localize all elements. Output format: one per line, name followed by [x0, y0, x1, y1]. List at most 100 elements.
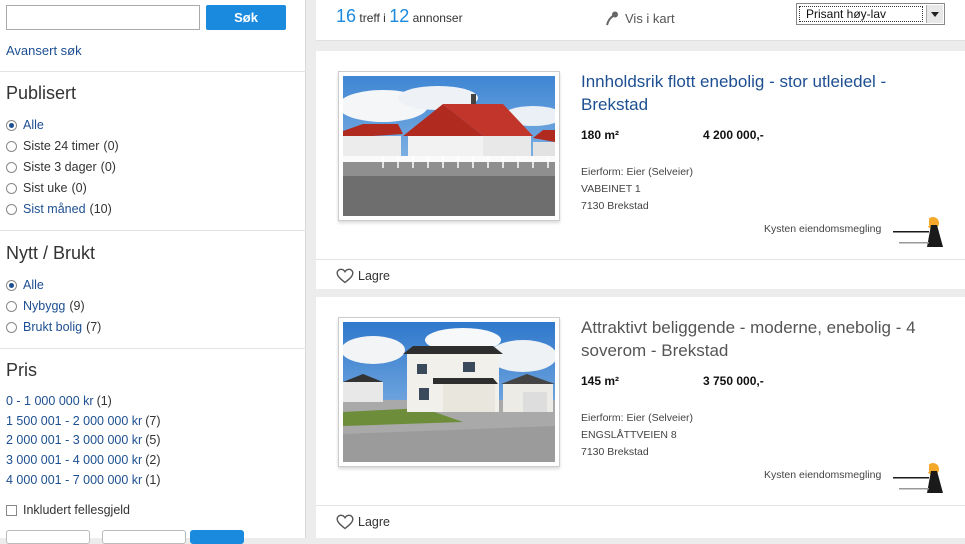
ads-text: annonser	[412, 11, 463, 25]
option-count: (9)	[69, 299, 85, 313]
house-photo-image	[343, 76, 555, 216]
ads-number: 12	[389, 6, 410, 26]
listing-photo[interactable]	[338, 317, 560, 467]
broker-logo[interactable]	[893, 459, 945, 493]
advanced-search-link[interactable]: Avansert søk	[6, 43, 82, 58]
option-label[interactable]: Brukt bolig	[23, 320, 82, 334]
hits-text: treff i	[359, 11, 386, 25]
price-range-link[interactable]: 0 - 1 000 000 kr	[6, 394, 94, 408]
radio-icon[interactable]	[6, 161, 17, 173]
search-button[interactable]: Søk	[206, 5, 286, 30]
price-range-count: (5)	[145, 433, 161, 447]
listing-city: 7130 Brekstad	[581, 200, 649, 212]
save-label: Lagre	[358, 515, 390, 529]
published-option-24h[interactable]: Siste 24 timer (0)	[6, 139, 119, 153]
listing-ownership: Eierform: Eier (Selveier)	[581, 412, 694, 424]
listing-card: Innholdsrik flott enebolig - stor utleie…	[316, 51, 965, 289]
option-label: Siste 3 dager	[23, 160, 97, 174]
price-min-input[interactable]	[6, 530, 90, 544]
option-count: (7)	[86, 320, 102, 334]
hit-count: 16 treff i 12 annonser	[336, 6, 463, 27]
option-label: Sist uke	[23, 181, 68, 195]
dropdown-arrow-icon[interactable]	[926, 5, 943, 23]
listing-photo[interactable]	[338, 71, 560, 221]
price-range-link[interactable]: 3 000 001 - 4 000 000 kr	[6, 453, 142, 467]
radio-icon[interactable]	[6, 279, 17, 291]
price-range-3[interactable]: 2 000 001 - 3 000 000 kr (5)	[6, 433, 161, 447]
option-label: Alle	[23, 118, 44, 132]
listing-card: Attraktivt beliggende - moderne, eneboli…	[316, 297, 965, 538]
radio-icon[interactable]	[6, 321, 17, 333]
divider	[316, 259, 965, 260]
price-range-2[interactable]: 1 500 001 - 2 000 000 kr (7)	[6, 414, 161, 428]
hits-number: 16	[336, 6, 357, 26]
listing-ownership: Eierform: Eier (Selveier)	[581, 166, 694, 178]
listing-area: 180 m²	[581, 128, 620, 142]
price-range-link[interactable]: 1 500 001 - 2 000 000 kr	[6, 414, 142, 428]
option-label: Siste 24 timer	[23, 139, 100, 153]
price-apply-button[interactable]	[190, 530, 244, 544]
listing-title[interactable]: Attraktivt beliggende - moderne, eneboli…	[581, 316, 941, 362]
divider	[0, 348, 306, 349]
filter-sidebar: Søk Avansert søk Publisert Alle Siste 24…	[0, 0, 306, 544]
listing-street: ENGSLÅTTVEIEN 8	[581, 429, 677, 441]
search-input[interactable]	[6, 5, 200, 30]
broker-logo[interactable]	[893, 213, 945, 247]
heart-icon	[336, 514, 354, 530]
published-title: Publisert	[6, 83, 77, 103]
price-range-5[interactable]: 4 000 001 - 7 000 000 kr (1)	[6, 473, 161, 487]
published-option-week[interactable]: Sist uke (0)	[6, 181, 87, 195]
condition-option-all[interactable]: Alle	[6, 278, 44, 292]
listing-street: VABEINET 1	[581, 183, 641, 195]
condition-option-new[interactable]: Nybygg (9)	[6, 299, 85, 313]
divider	[316, 505, 965, 506]
option-count: (10)	[89, 202, 112, 216]
sort-select[interactable]: Prisant høy-lav	[796, 3, 945, 25]
option-count: (0)	[100, 160, 116, 174]
heart-icon	[336, 268, 354, 284]
price-range-count: (1)	[145, 473, 161, 487]
published-option-all[interactable]: Alle	[6, 118, 44, 132]
listing-area: 145 m²	[581, 374, 620, 388]
divider	[0, 71, 306, 72]
broker-name: Kysten eiendomsmegling	[764, 223, 882, 235]
option-label[interactable]: Nybygg	[23, 299, 65, 313]
checkbox-icon[interactable]	[6, 504, 17, 516]
published-option-3d[interactable]: Siste 3 dager (0)	[6, 160, 116, 174]
listing-price: 4 200 000,-	[703, 128, 764, 142]
save-button[interactable]: Lagre	[336, 268, 390, 284]
house-photo-image	[343, 322, 555, 462]
option-count: (0)	[103, 139, 119, 153]
listing-price: 3 750 000,-	[703, 374, 764, 388]
checkbox-label: Inkludert fellesgjeld	[23, 503, 131, 517]
price-range-count: (2)	[145, 453, 161, 467]
price-range-link[interactable]: 2 000 001 - 3 000 000 kr	[6, 433, 142, 447]
price-max-input[interactable]	[102, 530, 186, 544]
price-range-link[interactable]: 4 000 001 - 7 000 000 kr	[6, 473, 142, 487]
results-toolbar: 16 treff i 12 annonser Vis i kart Prisan…	[316, 0, 965, 41]
show-map-link[interactable]: Vis i kart	[604, 10, 675, 26]
radio-icon[interactable]	[6, 203, 17, 215]
map-pin-icon	[606, 11, 618, 26]
listing-title[interactable]: Innholdsrik flott enebolig - stor utleie…	[581, 70, 941, 116]
price-range-1[interactable]: 0 - 1 000 000 kr (1)	[6, 394, 112, 408]
radio-icon[interactable]	[6, 182, 17, 194]
include-shared-debt-checkbox[interactable]: Inkludert fellesgjeld	[6, 503, 130, 517]
listing-city: 7130 Brekstad	[581, 446, 649, 458]
option-label[interactable]: Sist måned	[23, 202, 86, 216]
radio-icon[interactable]	[6, 140, 17, 152]
save-button[interactable]: Lagre	[336, 514, 390, 530]
price-range-4[interactable]: 3 000 001 - 4 000 000 kr (2)	[6, 453, 161, 467]
broker-name: Kysten eiendomsmegling	[764, 469, 882, 481]
radio-icon[interactable]	[6, 119, 17, 131]
price-range-count: (1)	[96, 394, 112, 408]
condition-option-used[interactable]: Brukt bolig (7)	[6, 320, 101, 334]
price-title: Pris	[6, 360, 37, 380]
option-label: Alle	[23, 278, 44, 292]
show-map-label: Vis i kart	[625, 10, 675, 26]
published-option-month[interactable]: Sist måned (10)	[6, 202, 112, 216]
divider	[0, 230, 306, 231]
price-range-count: (7)	[145, 414, 161, 428]
radio-icon[interactable]	[6, 300, 17, 312]
condition-title: Nytt / Brukt	[6, 243, 96, 263]
